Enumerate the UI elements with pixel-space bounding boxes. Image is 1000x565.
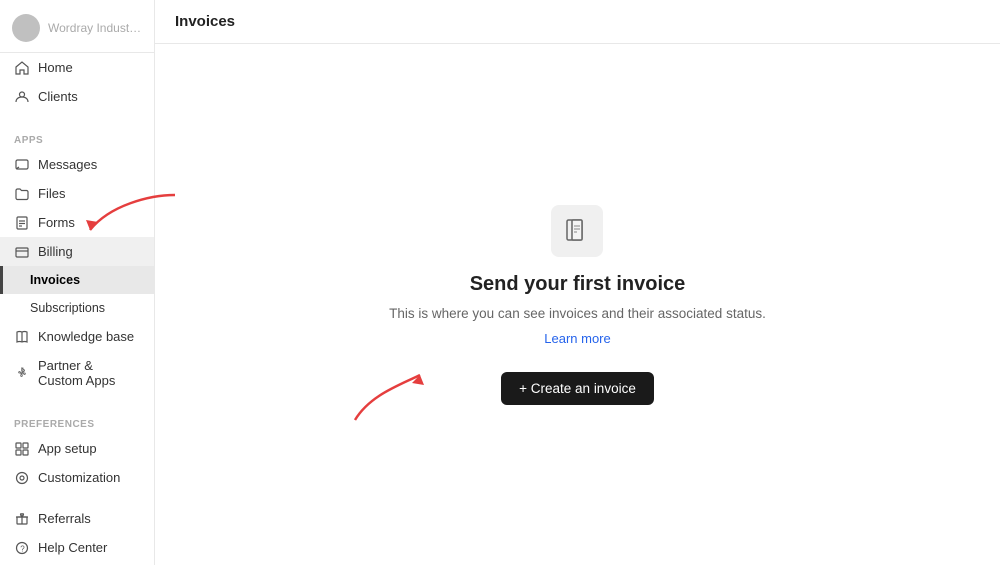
sidebar-item-invoices[interactable]: Invoices bbox=[0, 266, 154, 294]
sidebar-item-messages[interactable]: Messages bbox=[0, 150, 154, 179]
sidebar: Wordray Industries Home Clients Apps Mes… bbox=[0, 0, 155, 565]
sidebar-item-referrals[interactable]: Referrals bbox=[0, 504, 154, 533]
top-bar: Invoices bbox=[155, 0, 1000, 44]
sidebar-item-app-setup[interactable]: App setup bbox=[0, 434, 154, 463]
sidebar-item-files[interactable]: Files bbox=[0, 179, 154, 208]
message-icon bbox=[14, 157, 29, 172]
company-name: Wordray Industries bbox=[48, 21, 142, 35]
sidebar-item-forms[interactable]: Forms bbox=[0, 208, 154, 237]
sidebar-item-app-setup-label: App setup bbox=[38, 441, 97, 456]
puzzle-icon bbox=[14, 366, 29, 381]
person-icon bbox=[14, 89, 29, 104]
form-icon bbox=[14, 215, 29, 230]
folder-icon bbox=[14, 186, 29, 201]
sidebar-item-home[interactable]: Home bbox=[0, 53, 154, 82]
home-icon bbox=[14, 60, 29, 75]
sidebar-item-referrals-label: Referrals bbox=[38, 511, 91, 526]
invoice-icon bbox=[551, 205, 603, 257]
sidebar-item-knowledge-base-label: Knowledge base bbox=[38, 329, 134, 344]
svg-text:?: ? bbox=[20, 544, 25, 553]
apps-section-label: Apps bbox=[0, 123, 154, 150]
sidebar-item-messages-label: Messages bbox=[38, 157, 97, 172]
page-title: Invoices bbox=[175, 13, 235, 30]
sidebar-item-knowledge-base[interactable]: Knowledge base bbox=[0, 322, 154, 351]
preferences-section-label: Preferences bbox=[0, 407, 154, 434]
learn-more-link[interactable]: Learn more bbox=[544, 331, 610, 346]
sidebar-item-files-label: Files bbox=[38, 186, 65, 201]
sidebar-item-help-center-label: Help Center bbox=[38, 540, 107, 555]
sidebar-item-customization-label: Customization bbox=[38, 470, 120, 485]
sidebar-item-clients-label: Clients bbox=[38, 89, 78, 104]
billing-icon bbox=[14, 244, 29, 259]
create-invoice-button[interactable]: + Create an invoice bbox=[501, 372, 654, 405]
sidebar-item-clients[interactable]: Clients bbox=[0, 82, 154, 111]
sidebar-item-billing-label: Billing bbox=[38, 244, 73, 259]
sidebar-item-forms-label: Forms bbox=[38, 215, 75, 230]
help-icon: ? bbox=[14, 540, 29, 555]
sidebar-item-subscriptions-label: Subscriptions bbox=[30, 301, 105, 315]
gift-icon bbox=[14, 511, 29, 526]
sidebar-item-subscriptions[interactable]: Subscriptions bbox=[0, 294, 154, 322]
grid-icon bbox=[14, 441, 29, 456]
sidebar-item-invoices-label: Invoices bbox=[30, 273, 80, 287]
sidebar-item-help-center[interactable]: ? Help Center bbox=[0, 533, 154, 562]
book-icon bbox=[14, 329, 29, 344]
sidebar-item-partner-apps[interactable]: Partner & Custom Apps bbox=[0, 351, 154, 395]
customize-icon bbox=[14, 470, 29, 485]
sidebar-item-partner-apps-label: Partner & Custom Apps bbox=[38, 358, 140, 388]
empty-state-desc: This is where you can see invoices and t… bbox=[389, 306, 766, 321]
empty-state-title: Send your first invoice bbox=[470, 273, 686, 296]
sidebar-item-home-label: Home bbox=[38, 60, 73, 75]
sidebar-header: Wordray Industries bbox=[0, 0, 154, 53]
avatar bbox=[12, 14, 40, 42]
sidebar-item-customization[interactable]: Customization bbox=[0, 463, 154, 492]
content-area: Send your first invoice This is where yo… bbox=[155, 44, 1000, 565]
sidebar-item-billing[interactable]: Billing bbox=[0, 237, 154, 266]
main-content: Invoices Send your first invoice This is… bbox=[155, 0, 1000, 565]
empty-state: Send your first invoice This is where yo… bbox=[389, 205, 766, 405]
